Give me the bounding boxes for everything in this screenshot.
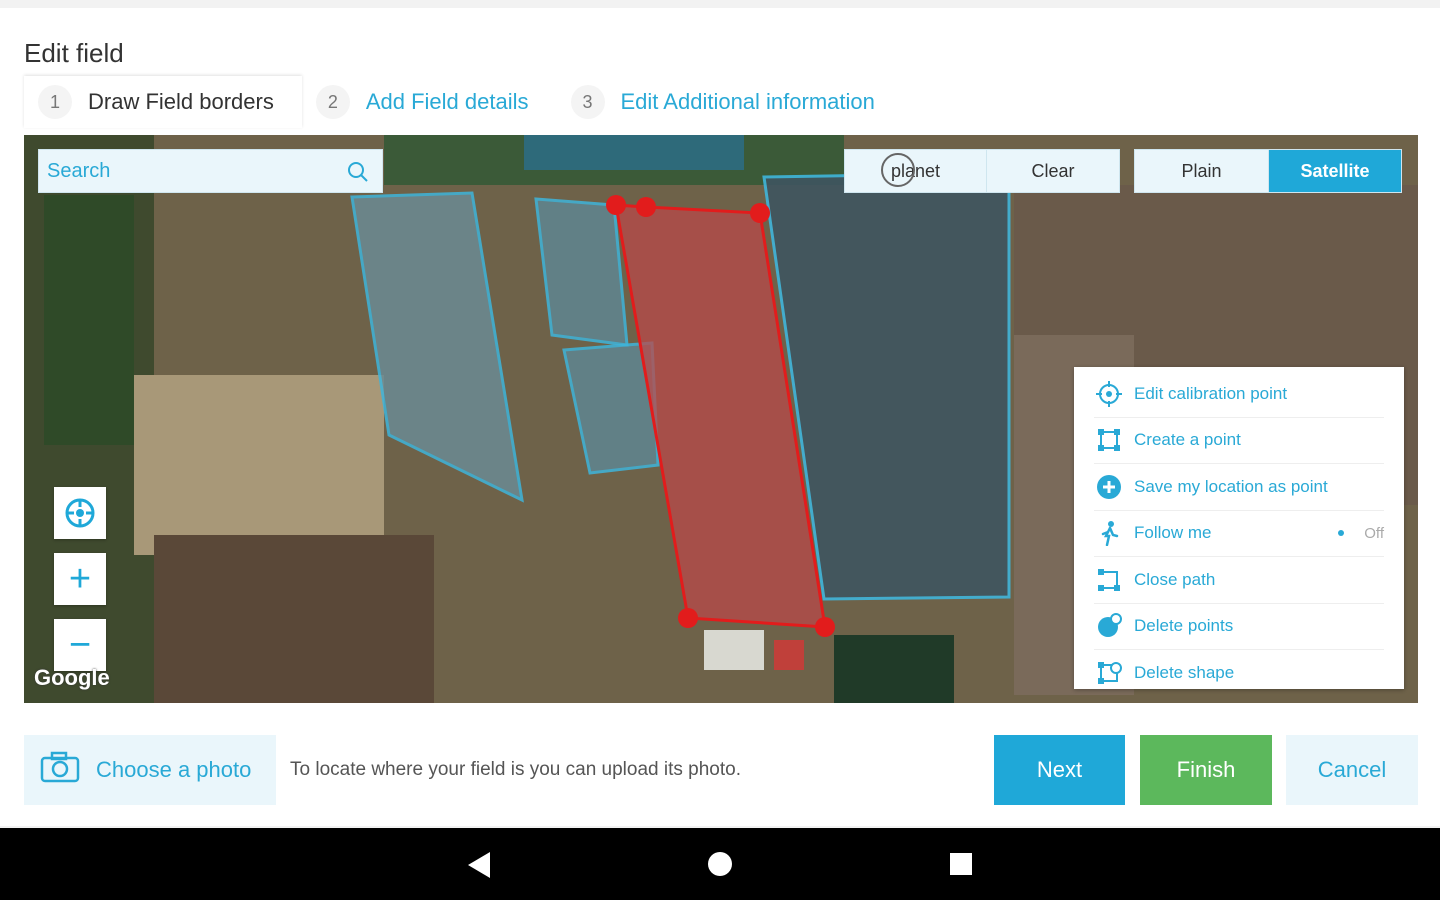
step-number: 3 [570, 85, 605, 119]
locate-button[interactable] [54, 487, 106, 539]
follow-me-toggle[interactable]: Off [1338, 525, 1384, 542]
tool-label: Edit calibration point [1134, 383, 1288, 403]
finish-button[interactable]: Finish [1140, 735, 1272, 805]
step-number: 2 [315, 85, 350, 119]
planet-logo-icon: planet [880, 152, 940, 187]
plain-map-button[interactable]: Plain [1135, 150, 1269, 192]
map-tools-menu: Edit calibration point Create a point Sa… [1074, 367, 1404, 689]
tab-draw-field-borders[interactable]: 1 Draw Field borders [24, 76, 302, 128]
crosshair-icon [1094, 379, 1124, 409]
photo-hint-text: To locate where your field is you can up… [290, 759, 741, 780]
toggle-dot [1338, 530, 1345, 537]
planet-button[interactable]: planet [845, 150, 987, 192]
map-search-box [38, 149, 383, 193]
recent-apps-icon[interactable] [950, 853, 972, 875]
step-number: 1 [38, 85, 72, 119]
action-bar: Choose a photo To locate where your fiel… [0, 735, 1440, 805]
tab-edit-additional-information[interactable]: 3 Edit Additional information [557, 76, 903, 128]
satellite-map[interactable]: planet Clear Plain Satellite + − Google … [24, 135, 1418, 703]
search-input[interactable] [47, 159, 337, 183]
step-label: Draw Field borders [88, 89, 274, 114]
satellite-map-button[interactable]: Satellite [1269, 150, 1401, 192]
step-label: Edit Additional information [620, 89, 875, 114]
follow-me-item[interactable]: Follow me Off [1094, 511, 1384, 557]
tool-label: Delete points [1134, 616, 1234, 636]
camera-icon [40, 751, 80, 789]
tool-label: Delete shape [1134, 663, 1235, 683]
step-tabs: 1 Draw Field borders 2 Add Field details… [24, 76, 903, 128]
map-type-group: Plain Satellite [1134, 149, 1402, 193]
back-icon[interactable] [468, 852, 490, 883]
choose-photo-label: Choose a photo [96, 757, 252, 782]
zoom-out-button[interactable]: − [54, 619, 106, 671]
walking-icon [1094, 518, 1124, 548]
android-nav-bar [0, 828, 1440, 900]
close-path-item[interactable]: Close path [1094, 557, 1384, 604]
plus-circle-icon [1094, 472, 1124, 502]
tool-label: Follow me [1134, 523, 1212, 543]
zoom-in-button[interactable]: + [54, 553, 106, 605]
choose-photo-button[interactable]: Choose a photo [24, 735, 276, 805]
tool-label: Close path [1134, 569, 1216, 589]
tool-label: Save my location as point [1134, 476, 1328, 496]
clear-button[interactable]: Clear [987, 150, 1119, 192]
google-logo: Google [34, 665, 110, 690]
next-button[interactable]: Next [994, 735, 1125, 805]
delete-shape-icon [1094, 658, 1124, 688]
step-label: Add Field details [365, 89, 529, 114]
create-point-item[interactable]: Create a point [1094, 418, 1384, 464]
imagery-source-group: planet Clear [844, 149, 1120, 193]
save-location-point-item[interactable]: Save my location as point [1094, 464, 1384, 511]
polygon-point-icon [1094, 425, 1124, 455]
home-icon[interactable] [708, 852, 732, 876]
tab-add-field-details[interactable]: 2 Add Field details [302, 76, 557, 128]
delete-points-icon [1094, 611, 1124, 641]
locate-icon [65, 498, 95, 528]
toggle-state: Off [1364, 524, 1384, 542]
cancel-button[interactable]: Cancel [1286, 735, 1418, 805]
tool-label: Create a point [1134, 430, 1241, 450]
delete-shape-item[interactable]: Delete shape [1094, 650, 1384, 697]
page-title: Edit field [24, 38, 124, 68]
edit-calibration-point-item[interactable]: Edit calibration point [1094, 371, 1384, 418]
search-icon[interactable] [346, 160, 370, 189]
close-path-icon [1094, 565, 1124, 595]
delete-points-item[interactable]: Delete points [1094, 604, 1384, 650]
